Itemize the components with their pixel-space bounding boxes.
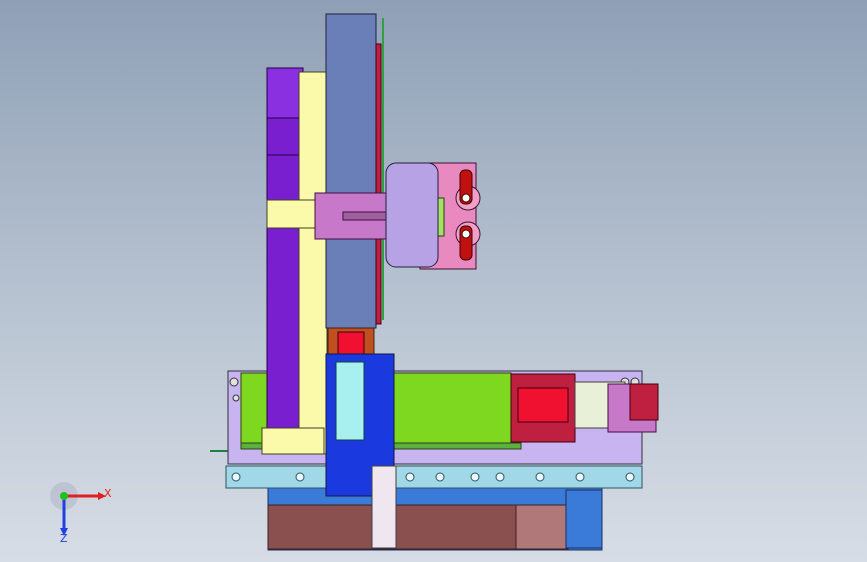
lavender-gripper-housing <box>385 162 439 268</box>
cad-viewport[interactable]: X Z <box>0 0 867 562</box>
pale-yellow-foot <box>261 427 325 455</box>
red-motor-body <box>517 387 569 423</box>
purple-column-top <box>266 67 304 119</box>
bottom-base-assembly <box>267 487 603 551</box>
purple-column <box>266 67 304 447</box>
x-axis-label: X <box>104 487 112 500</box>
slider-slot <box>342 211 388 221</box>
slate-blue-actuator <box>325 13 377 329</box>
cyan-window <box>335 361 365 441</box>
z-axis-label: Z <box>60 532 68 545</box>
y-axis-dot <box>60 492 68 500</box>
bolt <box>229 377 239 387</box>
bolt <box>232 394 240 402</box>
white-bracket <box>371 465 397 549</box>
cad-model[interactable] <box>0 0 867 562</box>
base-blue-flange <box>565 489 603 549</box>
actuator-red-edge <box>375 43 382 325</box>
base-brown-cylinder <box>515 504 567 550</box>
end-gripper-tip <box>629 383 659 421</box>
pale-yellow-plate <box>298 71 328 455</box>
